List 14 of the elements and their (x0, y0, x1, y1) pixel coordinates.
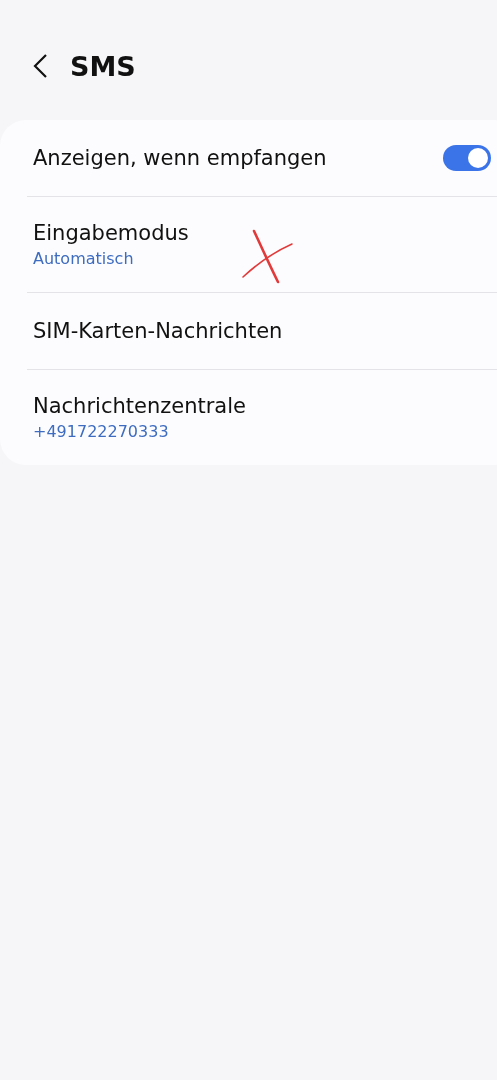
setting-value: Automatisch (33, 249, 135, 268)
toggle-switch[interactable] (443, 145, 491, 171)
setting-label: Anzeigen, wenn empfangen (33, 146, 327, 170)
settings-row[interactable]: Nachrichtenzentrale +491722270333 (0, 370, 497, 465)
page-title: SMS (70, 50, 136, 82)
settings-row[interactable]: Eingabemodus Automatisch (0, 197, 497, 292)
setting-label: SIM-Karten-Nachrichten (33, 319, 283, 343)
setting-label: Eingabemodus (33, 221, 189, 245)
settings-row[interactable]: SIM-Karten-Nachrichten (0, 293, 497, 369)
back-icon (32, 53, 48, 79)
settings-row[interactable]: Anzeigen, wenn empfangen (0, 120, 497, 196)
cross-mark-drawing (242, 228, 294, 284)
setting-value: +491722270333 (33, 422, 170, 441)
setting-label: Nachrichtenzentrale (33, 394, 246, 418)
